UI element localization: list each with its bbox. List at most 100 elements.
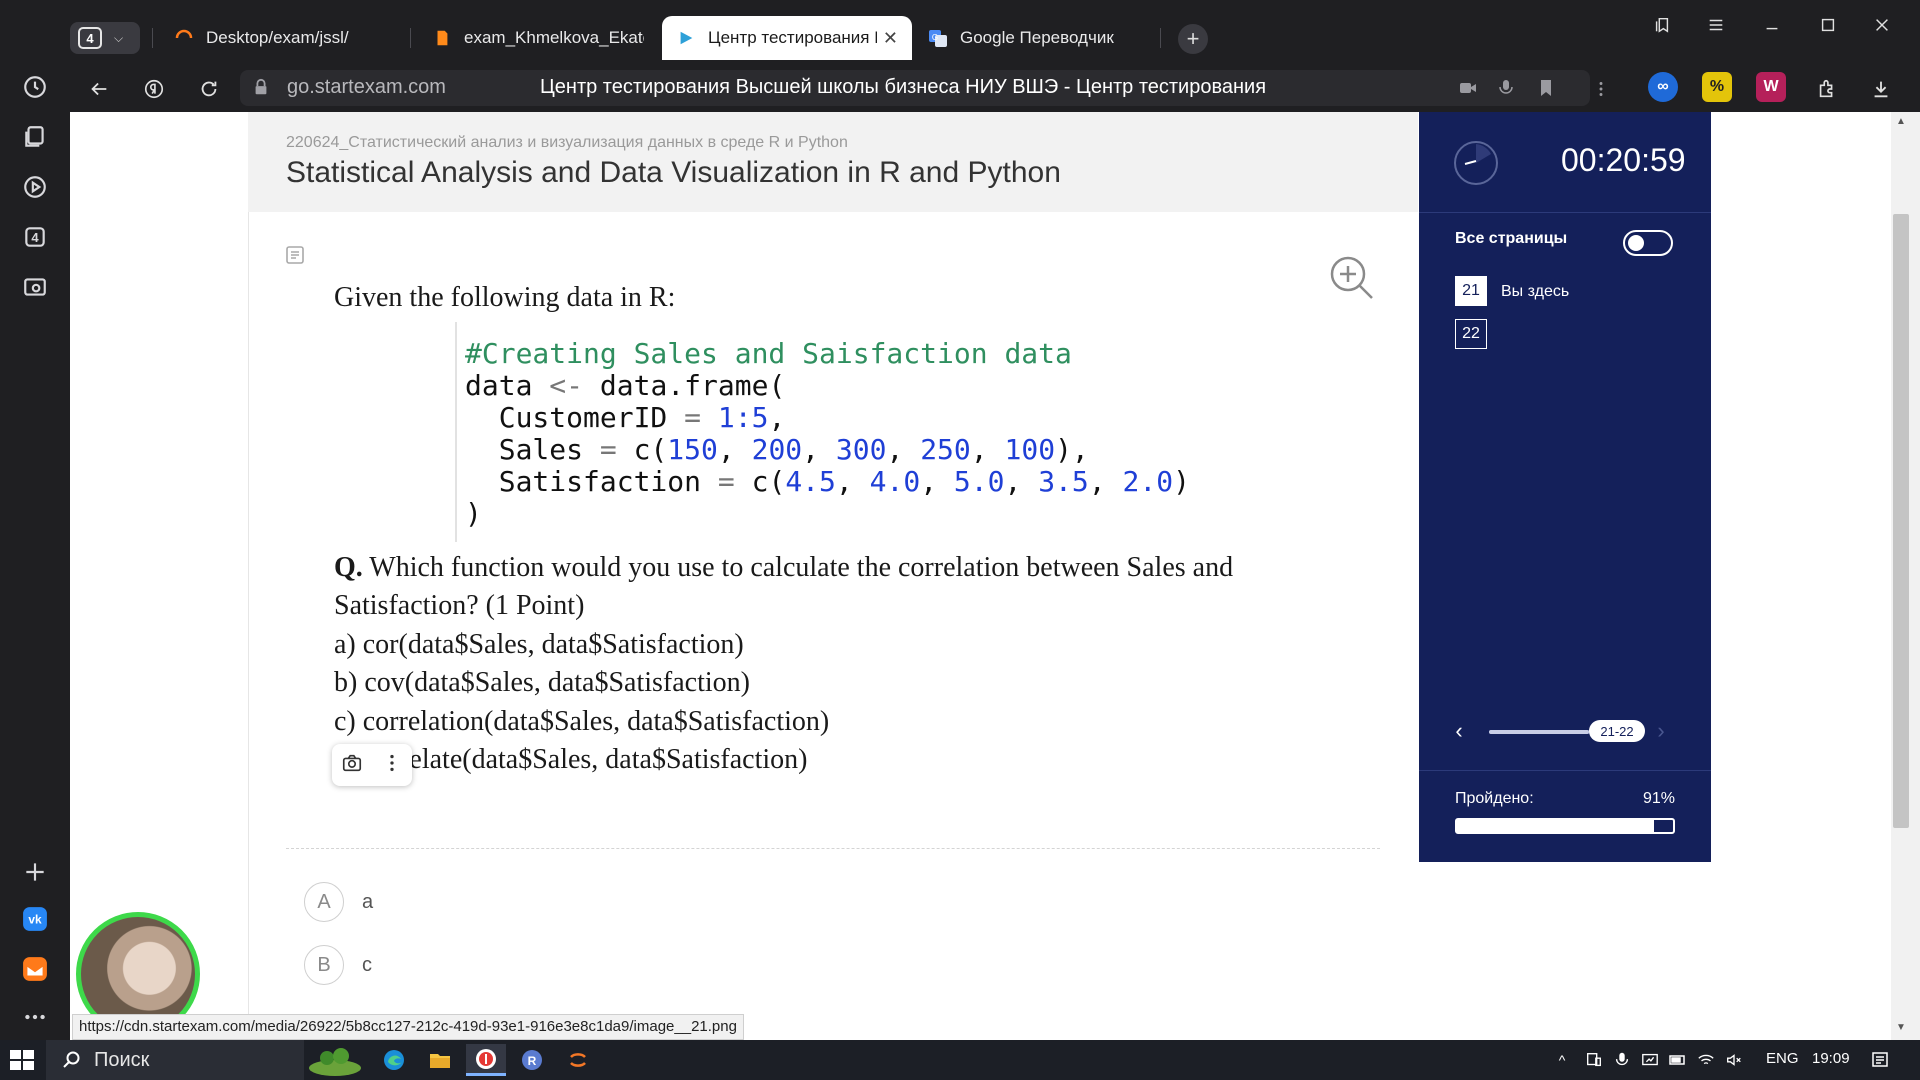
discount-extension-icon[interactable]: % xyxy=(1702,72,1732,102)
history-icon[interactable] xyxy=(18,70,52,104)
mail-icon[interactable] xyxy=(18,952,52,986)
maximize-icon[interactable] xyxy=(1808,10,1848,40)
answer-option-a[interactable]: A a xyxy=(304,881,373,923)
scroll-up-icon[interactable]: ▲ xyxy=(1893,116,1909,130)
collections-icon[interactable] xyxy=(18,120,52,154)
vpn-extension-icon[interactable]: ∞ xyxy=(1648,72,1678,102)
answer-option-b[interactable]: B c xyxy=(304,944,372,986)
browser-sidebar: 4 vk xyxy=(0,0,70,1040)
progress-value: 91% xyxy=(1643,790,1676,807)
code-line-4: Satisfaction = c(4.5, 4.0, 5.0, 3.5, 2.0… xyxy=(465,465,1190,498)
question-intro: Given the following data in R: xyxy=(334,282,676,313)
all-pages-label: Все страницы xyxy=(1455,230,1568,247)
chevron-up-icon[interactable]: ^ xyxy=(1552,1050,1572,1070)
close-tab-icon[interactable]: ✕ xyxy=(883,28,898,49)
play-icon[interactable] xyxy=(18,170,52,204)
answer-badge: B xyxy=(304,945,344,985)
more-options-icon[interactable] xyxy=(381,752,403,779)
search-icon xyxy=(62,1050,82,1075)
pager-range[interactable]: 21-22 xyxy=(1589,720,1645,742)
option-a: a) cor(data$Sales, data$Satisfaction) xyxy=(334,629,744,660)
windows-start-icon[interactable] xyxy=(8,1048,36,1072)
microphone-tray-icon[interactable] xyxy=(1612,1050,1632,1070)
play-triangle-icon xyxy=(676,28,696,48)
extensions-icon[interactable] xyxy=(1810,72,1844,106)
search-label: Поиск xyxy=(94,1048,150,1071)
vk-icon[interactable]: vk xyxy=(18,902,52,936)
minimize-icon[interactable] xyxy=(1752,10,1792,40)
divider xyxy=(286,848,1380,849)
chevron-right-icon[interactable]: › xyxy=(1651,720,1671,744)
tab-count-badge: 4 xyxy=(78,27,102,49)
lock-icon xyxy=(252,78,270,101)
svg-text:vk: vk xyxy=(28,912,42,926)
edge-icon[interactable] xyxy=(374,1044,414,1076)
battery-icon[interactable] xyxy=(1668,1050,1688,1070)
tab-exam-document[interactable]: exam_Khmelkova_Ekaterin xyxy=(418,16,658,60)
tab-desktop-exam[interactable]: Desktop/exam/jssl/ xyxy=(160,16,405,60)
w-extension-icon[interactable]: W xyxy=(1756,72,1786,102)
camera-icon[interactable] xyxy=(1458,78,1478,103)
page-pager: ‹ 21-22 › xyxy=(1449,720,1681,744)
page-21[interactable]: 21 xyxy=(1455,276,1487,306)
zoom-in-icon[interactable] xyxy=(1328,254,1376,302)
close-window-icon[interactable] xyxy=(1862,10,1902,40)
all-pages-toggle[interactable] xyxy=(1623,230,1673,256)
more-icon[interactable] xyxy=(18,1000,52,1034)
bookmark-icon[interactable] xyxy=(1536,78,1556,103)
spinner-icon xyxy=(174,28,194,48)
back-icon[interactable] xyxy=(82,72,116,106)
scroll-thumb[interactable] xyxy=(1893,214,1909,828)
option-c: c) correlation(data$Sales, data$Satisfac… xyxy=(334,706,830,737)
volume-muted-icon[interactable] xyxy=(1724,1050,1744,1070)
timer-icon xyxy=(1453,140,1499,186)
tab-group-button[interactable]: 4 ⌵ xyxy=(70,22,140,54)
jupyter-icon[interactable] xyxy=(558,1044,598,1076)
status-bar-url: https://cdn.startexam.com/media/26922/5b… xyxy=(72,1014,744,1040)
screenshot-icon[interactable] xyxy=(18,270,52,304)
chevron-left-icon[interactable]: ‹ xyxy=(1449,720,1469,744)
course-code: 220624_Статистический анализ и визуализа… xyxy=(286,134,848,151)
clock[interactable]: 19:09 xyxy=(1812,1050,1850,1067)
r-app-icon[interactable]: R xyxy=(512,1044,552,1076)
more-vertical-icon[interactable] xyxy=(1584,72,1618,106)
yandex-icon[interactable] xyxy=(137,72,171,106)
tabs-counter-icon[interactable]: 4 xyxy=(18,220,52,254)
code-line-5: ) xyxy=(465,497,482,530)
new-tab-button[interactable]: + xyxy=(1178,24,1208,54)
yandex-browser-icon[interactable] xyxy=(466,1044,506,1076)
url-field[interactable]: go.startexam.com Центр тестирования Высш… xyxy=(240,70,1590,106)
language-indicator[interactable]: ENG xyxy=(1766,1050,1799,1067)
code-line-2: CustomerID = 1:5, xyxy=(465,401,786,434)
screen: { "browser": { "tab_count": "4", "tabs":… xyxy=(0,0,1920,1080)
microphone-icon[interactable] xyxy=(1496,78,1516,103)
scroll-down-icon[interactable]: ▼ xyxy=(1893,1022,1909,1036)
camera-capture-icon[interactable] xyxy=(341,752,363,779)
tab-testing-center[interactable]: Центр тестирования Вы ✕ xyxy=(662,16,912,60)
notifications-icon[interactable] xyxy=(1870,1050,1890,1070)
screen-share-icon[interactable] xyxy=(1640,1050,1660,1070)
progress-bar xyxy=(1455,818,1675,834)
note-icon[interactable] xyxy=(284,244,306,266)
landscape-widget-icon[interactable] xyxy=(300,1044,370,1076)
download-icon[interactable] xyxy=(1864,72,1898,106)
menu-icon[interactable] xyxy=(1696,10,1736,40)
answer-badge: A xyxy=(304,882,344,922)
tab-google-translate[interactable]: G Google Переводчик xyxy=(914,16,1154,60)
taskbar-search[interactable]: Поиск xyxy=(46,1040,304,1080)
bookmarks-panel-icon[interactable] xyxy=(1642,10,1682,40)
add-icon[interactable] xyxy=(18,855,52,889)
device-icon[interactable] xyxy=(1584,1050,1604,1070)
code-line-3: Sales = c(150, 200, 300, 250, 100), xyxy=(465,433,1089,466)
tab-title: Центр тестирования Вы xyxy=(708,28,877,47)
file-explorer-icon[interactable] xyxy=(420,1044,460,1076)
svg-text:G: G xyxy=(932,33,938,42)
tab-title: Google Переводчик xyxy=(960,28,1114,47)
page-22[interactable]: 22 xyxy=(1455,319,1487,349)
test-navigation-panel: 00:20:59 Все страницы 21 Вы здесь 22 ‹ 2… xyxy=(1419,112,1711,862)
wifi-icon[interactable] xyxy=(1696,1050,1716,1070)
course-header: 220624_Статистический анализ и визуализа… xyxy=(248,112,1418,212)
code-block: #Creating Sales and Saisfaction data dat… xyxy=(455,322,1195,542)
code-line-1: data <- data.frame( xyxy=(465,369,786,402)
reload-icon[interactable] xyxy=(192,72,226,106)
